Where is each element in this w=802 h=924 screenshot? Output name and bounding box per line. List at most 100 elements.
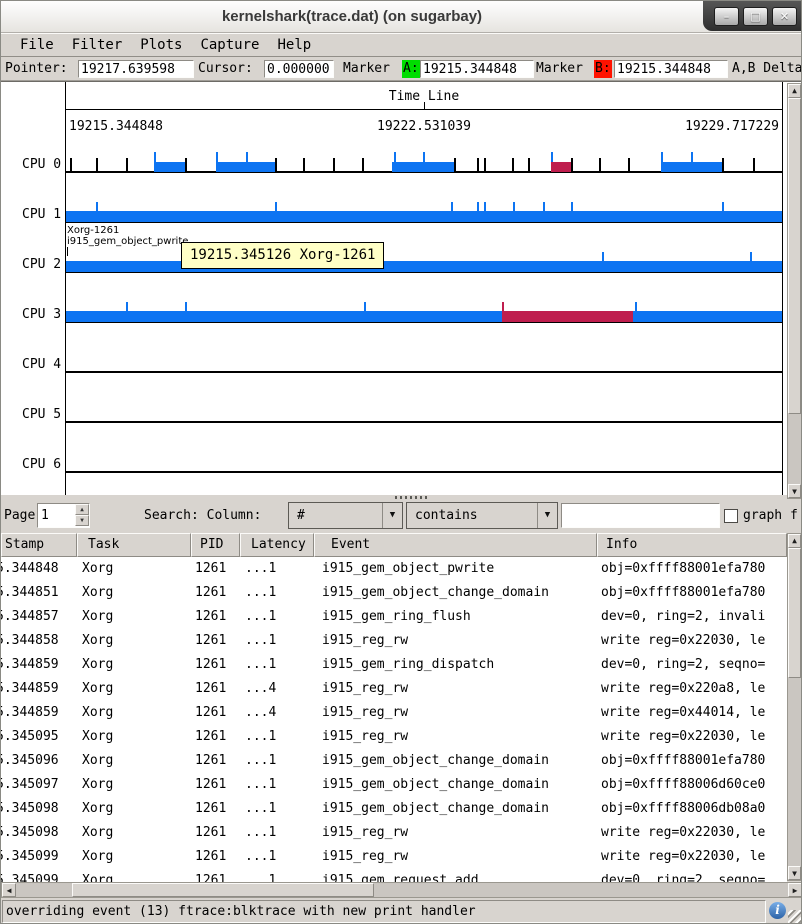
task-bar-red[interactable]: [502, 311, 633, 322]
cell-latency: ...1: [240, 845, 314, 869]
event-tick[interactable]: [722, 158, 724, 172]
event-tick[interactable]: [185, 158, 187, 172]
cell-info: write reg=0x22030, le: [597, 725, 787, 749]
cell-latency: ...1: [240, 605, 314, 629]
scroll-right-icon[interactable]: ▶: [788, 883, 802, 897]
cell-latency: ...4: [240, 677, 314, 701]
resize-grip[interactable]: [788, 910, 802, 924]
spin-up-icon[interactable]: ▲: [75, 504, 89, 515]
task-bar-blue[interactable]: [66, 311, 782, 322]
column-header-stamp[interactable]: Stamp: [1, 533, 77, 557]
table-row[interactable]: 5.344851Xorg1261...1i915_gem_object_chan…: [1, 581, 787, 605]
column-select[interactable]: # ▼: [288, 502, 403, 529]
scroll-down-icon[interactable]: ▼: [788, 866, 801, 880]
cell-latency: ...1: [240, 653, 314, 677]
column-header-info[interactable]: Info: [597, 533, 787, 557]
menu-help[interactable]: Help: [268, 34, 320, 56]
menu-plots[interactable]: Plots: [131, 34, 191, 56]
table-row[interactable]: 5.344857Xorg1261...1i915_gem_ring_flushd…: [1, 605, 787, 629]
marker-b-badge[interactable]: B:: [594, 60, 612, 78]
page-spinner[interactable]: 1 ▲ ▼: [37, 503, 90, 528]
table-hscroll-thumb[interactable]: [72, 883, 374, 897]
event-tick[interactable]: [512, 158, 514, 172]
table-row[interactable]: 5.345097Xorg1261...1i915_gem_object_chan…: [1, 773, 787, 797]
chevron-down-icon[interactable]: ▼: [382, 503, 402, 528]
event-tick[interactable]: [303, 158, 305, 172]
minimize-button[interactable]: –: [714, 7, 739, 26]
column-header-task[interactable]: Task: [77, 533, 191, 557]
scroll-left-icon[interactable]: ◀: [2, 883, 16, 897]
marker-a-badge[interactable]: A:: [402, 60, 420, 78]
table-row[interactable]: 5.344848Xorg1261...1i915_gem_object_pwri…: [1, 557, 787, 581]
event-tick[interactable]: [126, 158, 128, 172]
cell-info: dev=0, ring=2, invali: [597, 605, 787, 629]
event-tick[interactable]: [599, 158, 601, 172]
task-bar-red[interactable]: [551, 162, 571, 172]
cell-stamp: 5.345099: [1, 845, 77, 869]
graph-vscroll-thumb[interactable]: [788, 98, 801, 414]
chevron-down-icon[interactable]: ▼: [537, 503, 557, 528]
cell-info: obj=0xffff88001efa780: [597, 557, 787, 581]
event-tick[interactable]: [484, 158, 486, 172]
table-row[interactable]: 5.345098Xorg1261...1i915_reg_rwwrite reg…: [1, 821, 787, 845]
task-bar-blue[interactable]: [66, 211, 782, 222]
menu-capture[interactable]: Capture: [191, 34, 268, 56]
event-tick[interactable]: [571, 158, 573, 172]
event-tick[interactable]: [96, 158, 98, 172]
task-bar-blue[interactable]: [661, 162, 722, 172]
maximize-button[interactable]: □: [743, 7, 768, 26]
task-bar-blue[interactable]: [216, 162, 275, 172]
task-bar-blue[interactable]: [66, 261, 782, 272]
event-tick[interactable]: [753, 158, 755, 172]
event-tick[interactable]: [362, 158, 364, 172]
menu-file[interactable]: File: [11, 34, 63, 56]
scroll-up-icon[interactable]: ▲: [788, 534, 801, 548]
column-header-pid[interactable]: PID: [191, 533, 240, 557]
table-row[interactable]: 5.344859Xorg1261...4i915_reg_rwwrite reg…: [1, 677, 787, 701]
cell-pid: 1261: [191, 677, 240, 701]
cell-pid: 1261: [191, 605, 240, 629]
graph-vscrollbar[interactable]: ▲ ▼: [787, 83, 802, 499]
event-tick[interactable]: [275, 158, 277, 172]
column-header-latency[interactable]: Latency: [240, 533, 314, 557]
cell-info: write reg=0x22030, le: [597, 821, 787, 845]
event-tick[interactable]: [333, 158, 335, 172]
match-select-value: contains: [415, 507, 478, 525]
cell-info: write reg=0x22030, le: [597, 629, 787, 653]
event-tick[interactable]: [454, 158, 456, 172]
table-row[interactable]: 5.345098Xorg1261...1i915_gem_object_chan…: [1, 797, 787, 821]
title-bar[interactable]: kernelshark(trace.dat) (on sugarbay) – □…: [1, 1, 802, 33]
table-row[interactable]: 5.345096Xorg1261...1i915_gem_object_chan…: [1, 749, 787, 773]
table-row[interactable]: 5.345095Xorg1261...1i915_reg_rwwrite reg…: [1, 725, 787, 749]
table-hscrollbar[interactable]: ◀ ▶: [1, 882, 802, 898]
spin-down-icon[interactable]: ▼: [75, 515, 89, 526]
table-row[interactable]: 5.345099Xorg1261...1i915_reg_rwwrite reg…: [1, 845, 787, 869]
table-row[interactable]: 5.344858Xorg1261...1i915_reg_rwwrite reg…: [1, 629, 787, 653]
menu-filter[interactable]: Filter: [63, 34, 132, 56]
timeline-graph-panel[interactable]: Time Line 19215.344848 19222.531039 1922…: [1, 81, 802, 499]
event-tick[interactable]: [70, 158, 72, 172]
table-row[interactable]: 5.344859Xorg1261...4i915_reg_rwwrite reg…: [1, 701, 787, 725]
cell-stamp: 5.345095: [1, 725, 77, 749]
cell-event: i915_gem_object_change_domain: [314, 749, 597, 773]
info-icon[interactable]: i: [769, 902, 786, 919]
column-header-event[interactable]: Event: [314, 533, 597, 557]
scroll-down-icon[interactable]: ▼: [788, 484, 801, 498]
cell-pid: 1261: [191, 629, 240, 653]
close-button[interactable]: ✕: [772, 7, 797, 26]
search-input[interactable]: [561, 503, 720, 528]
table-row[interactable]: 5.344859Xorg1261...1i915_gem_ring_dispat…: [1, 653, 787, 677]
table-vscroll-thumb[interactable]: [788, 548, 801, 678]
cell-pid: 1261: [191, 869, 240, 882]
table-vscrollbar[interactable]: ▲ ▼: [787, 533, 802, 881]
table-row[interactable]: 5.345099Xorg1261...1i915_gem_request_add…: [1, 869, 787, 882]
event-tick[interactable]: [477, 158, 479, 172]
event-tick[interactable]: [628, 158, 630, 172]
cell-pid: 1261: [191, 845, 240, 869]
task-bar-blue[interactable]: [154, 162, 185, 172]
task-bar-blue[interactable]: [392, 162, 454, 172]
match-select[interactable]: contains ▼: [406, 502, 558, 529]
graph-follows-checkbox[interactable]: [724, 509, 738, 523]
scroll-up-icon[interactable]: ▲: [788, 84, 801, 98]
event-tick[interactable]: [528, 158, 530, 172]
